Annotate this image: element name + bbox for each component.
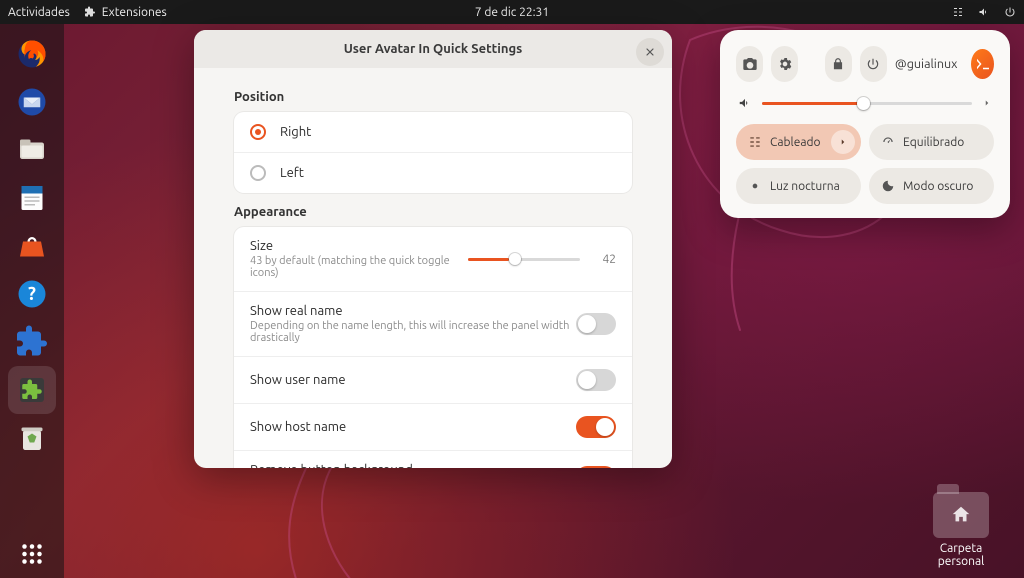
qs-toggle-network-submenu[interactable] — [831, 130, 855, 154]
user-avatar[interactable] — [971, 49, 994, 79]
gear-icon — [777, 56, 793, 72]
position-left-label: Left — [280, 166, 304, 180]
qs-toggle-night-label: Luz nocturna — [770, 180, 840, 193]
show-host-name-toggle[interactable] — [576, 416, 616, 438]
qs-toggle-power-profile[interactable]: Equilibrado — [869, 124, 994, 160]
size-value: 42 — [590, 253, 616, 266]
volume-slider[interactable] — [762, 102, 972, 105]
clock[interactable]: 7 de dic 22:31 — [475, 6, 549, 19]
qs-toggle-dark-mode[interactable]: Modo oscuro — [869, 168, 994, 204]
extensions-label: Extensiones — [102, 6, 167, 19]
qs-toggle-network-label: Cableado — [770, 136, 821, 149]
lock-button[interactable] — [825, 46, 852, 82]
extension-prefs-dialog: User Avatar In Quick Settings Position R… — [194, 30, 672, 468]
volume-row — [738, 96, 992, 110]
chevron-right-icon[interactable] — [982, 98, 992, 108]
power-icon — [866, 57, 880, 71]
screenshot-button[interactable] — [736, 46, 763, 82]
dialog-title: User Avatar In Quick Settings — [344, 42, 523, 56]
appearance-card: Size 43 by default (matching the quick t… — [234, 227, 632, 468]
remove-bg-label: Remove button background — [250, 463, 576, 468]
power-icon — [1004, 6, 1016, 18]
dark-mode-icon — [881, 179, 895, 193]
desktop-home-folder[interactable]: Carpeta personal — [920, 492, 1002, 568]
extensions-indicator[interactable]: Extensiones — [84, 6, 167, 19]
quick-settings-panel: @guialinux Cableado Equilibrado Luz noct… — [720, 30, 1010, 218]
show-real-name-label: Show real name — [250, 304, 576, 318]
power-button[interactable] — [860, 46, 887, 82]
position-option-left[interactable]: Left — [234, 152, 632, 193]
night-light-icon — [748, 179, 762, 193]
network-icon — [952, 6, 964, 18]
dock-trash[interactable] — [8, 414, 56, 462]
system-status-area[interactable] — [952, 6, 1016, 18]
settings-button[interactable] — [771, 46, 798, 82]
qs-toggle-night-light[interactable]: Luz nocturna — [736, 168, 861, 204]
dock-software[interactable] — [8, 222, 56, 270]
radio-icon — [250, 165, 266, 181]
volume-icon — [978, 6, 990, 18]
dock-extensions-site[interactable] — [8, 318, 56, 366]
home-icon — [950, 504, 972, 526]
position-card: Right Left — [234, 112, 632, 193]
chevron-right-icon — [838, 137, 848, 147]
show-user-name-toggle[interactable] — [576, 369, 616, 391]
dock-writer[interactable] — [8, 174, 56, 222]
dock-thunderbird[interactable] — [8, 78, 56, 126]
position-right-label: Right — [280, 125, 311, 139]
show-apps-button[interactable] — [8, 530, 56, 578]
dock-extension-manager[interactable] — [8, 366, 56, 414]
camera-icon — [742, 56, 758, 72]
size-sub: 43 by default (matching the quick toggle… — [250, 255, 468, 279]
qs-toggle-dark-label: Modo oscuro — [903, 180, 973, 193]
dock: ? — [0, 24, 64, 578]
panel-username: @guialinux — [895, 57, 958, 71]
top-bar: Actividades Extensiones 7 de dic 22:31 — [0, 0, 1024, 24]
desktop-home-folder-label: Carpeta personal — [920, 542, 1002, 568]
radio-icon — [250, 124, 266, 140]
svg-text:?: ? — [28, 284, 36, 304]
folder-icon — [933, 492, 989, 538]
show-real-name-sub: Depending on the name length, this will … — [250, 320, 576, 344]
row-show-real-name: Show real name Depending on the name len… — [234, 291, 632, 356]
dialog-titlebar[interactable]: User Avatar In Quick Settings — [194, 30, 672, 68]
puzzle-icon — [84, 6, 96, 18]
volume-icon — [738, 96, 752, 110]
dock-files[interactable] — [8, 126, 56, 174]
section-appearance-title: Appearance — [234, 205, 632, 219]
position-option-right[interactable]: Right — [234, 112, 632, 152]
speedometer-icon — [881, 135, 895, 149]
lock-icon — [831, 57, 845, 71]
show-host-name-label: Show host name — [250, 420, 576, 434]
row-show-host-name: Show host name — [234, 403, 632, 450]
qs-toggle-network[interactable]: Cableado — [736, 124, 861, 160]
terminal-icon — [974, 55, 992, 73]
remove-bg-toggle[interactable] — [576, 466, 616, 468]
size-slider[interactable] — [468, 252, 580, 266]
activities-button[interactable]: Actividades — [8, 6, 70, 19]
close-icon — [644, 46, 656, 58]
row-show-user-name: Show user name — [234, 356, 632, 403]
row-size: Size 43 by default (matching the quick t… — [234, 227, 632, 291]
dock-firefox[interactable] — [8, 30, 56, 78]
dock-help[interactable]: ? — [8, 270, 56, 318]
dialog-close-button[interactable] — [636, 38, 664, 66]
show-real-name-toggle[interactable] — [576, 313, 616, 335]
show-user-name-label: Show user name — [250, 373, 576, 387]
section-position-title: Position — [234, 90, 632, 104]
qs-toggle-power-label: Equilibrado — [903, 136, 964, 149]
row-remove-bg: Remove button background Removes the def… — [234, 450, 632, 468]
size-label: Size — [250, 239, 468, 253]
network-icon — [748, 135, 762, 149]
